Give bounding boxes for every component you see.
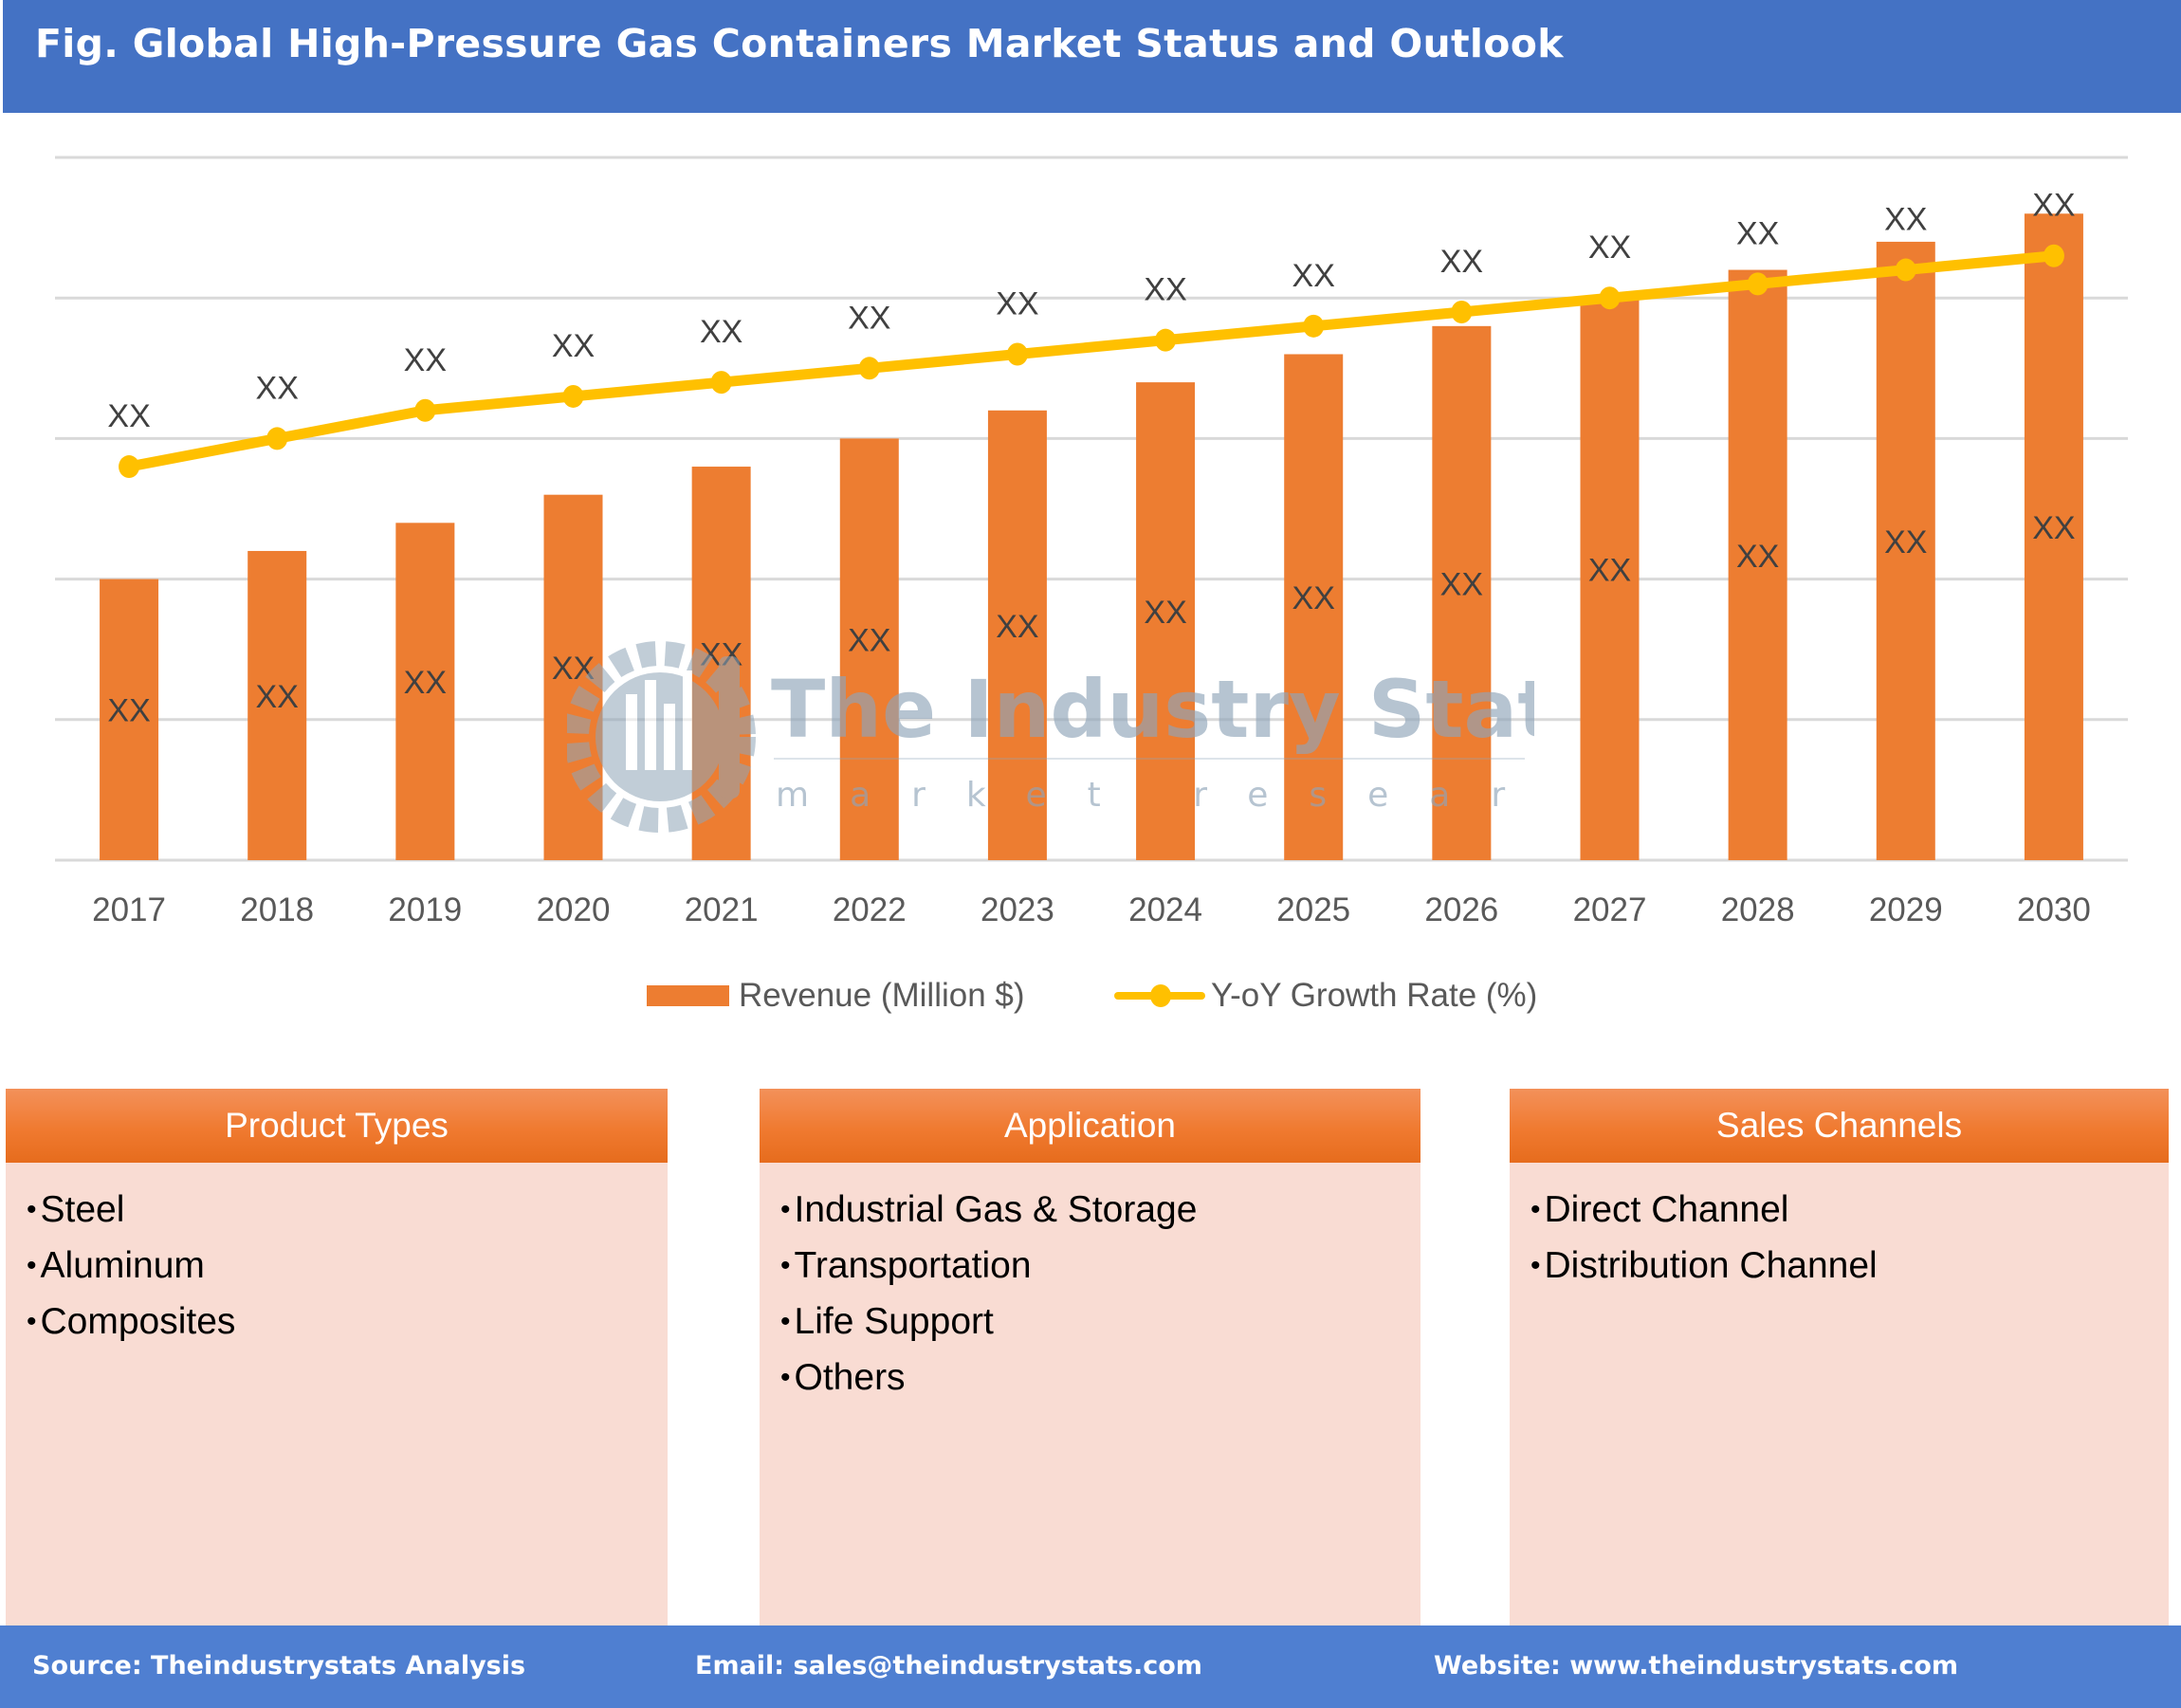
line-data-label: XX	[1440, 244, 1483, 280]
list-item: • Distribution Channel	[1530, 1245, 1878, 1286]
list-item: • Industrial Gas & Storage	[780, 1189, 1198, 1230]
x-tick-label: 2027	[1573, 891, 1647, 928]
growth-line-marker	[1155, 328, 1177, 352]
x-tick-label: 2018	[240, 891, 314, 928]
panel-list: • Industrial Gas & Storage • Transportatio…	[760, 1163, 1420, 1405]
growth-line-marker	[1006, 342, 1028, 366]
bar-data-label: XX	[1440, 566, 1483, 602]
x-tick-label: 2022	[833, 891, 907, 928]
line-data-label: XX	[404, 342, 447, 378]
line-data-label: XX	[996, 285, 1038, 321]
footer-source: Source: Theindustrystats Analysis	[32, 1651, 526, 1680]
panel-header: Product Types	[6, 1089, 668, 1163]
legend-revenue: Revenue (Million $)	[647, 977, 1025, 1015]
x-tick-label: 2017	[92, 891, 166, 928]
legend-growth-label: Y-oY Growth Rate (%)	[1211, 977, 1538, 1014]
bar-data-label: XX	[1144, 595, 1186, 631]
x-axis: 2017 2018 2019 2020 2021 2022 2023 2024 2025 2026…	[92, 891, 2091, 928]
bar-data-label: XX	[2032, 510, 2075, 546]
chart-legend: Revenue (Million $) Y-oY Growth Rate (%)	[0, 977, 2181, 1024]
footer-website[interactable]: Website: www.theindustrystats.com	[1434, 1651, 1958, 1680]
line-data-label: XX	[552, 328, 595, 364]
panel-header: Sales Channels	[1510, 1089, 2169, 1163]
growth-line-marker	[266, 427, 288, 450]
bar-data-label: XX	[256, 679, 299, 715]
bar-data-label: XX	[552, 651, 595, 687]
legend-line-swatch	[1114, 982, 1205, 1010]
revenue-bars	[100, 213, 2083, 861]
panel-application: Application • Industrial Gas & Storage • T…	[760, 1089, 1420, 1625]
x-tick-label: 2030	[2017, 891, 2091, 928]
list-item: • Aluminum	[27, 1245, 205, 1286]
gridlines	[55, 156, 2128, 862]
list-item: • Life Support	[780, 1301, 994, 1342]
line-data-label: XX	[2032, 188, 2075, 224]
bar-data-label: XX	[700, 636, 742, 672]
bar-data-label: XX	[404, 665, 447, 701]
list-item: • Transportation	[780, 1245, 1032, 1286]
growth-line-marker	[1599, 286, 1621, 310]
list-item: • Direct Channel	[1530, 1189, 1789, 1230]
line-data-label: XX	[700, 314, 742, 350]
chart: XX XX XX XX XX XX XX XX XX XX XX XX XX XX XX XX XX XX XX XX…	[55, 156, 2128, 928]
x-tick-label: 2025	[1276, 891, 1350, 928]
panel-sales-channels: Sales Channels • Direct Channel • Distribu…	[1510, 1089, 2169, 1625]
x-tick-label: 2024	[1128, 891, 1202, 928]
list-item: • Others	[780, 1357, 906, 1398]
legend-bar-swatch	[647, 985, 729, 1006]
x-tick-label: 2029	[1869, 891, 1943, 928]
panel-list: • Steel • Aluminum • Composites	[6, 1163, 668, 1350]
growth-line-marker	[858, 357, 880, 380]
bar-data-label: XX	[996, 609, 1038, 645]
growth-line-marker	[2043, 244, 2064, 267]
bar-data-label: XX	[1588, 553, 1631, 589]
line-data-label: XX	[1884, 202, 1927, 238]
legend-revenue-label: Revenue (Million $)	[739, 977, 1025, 1014]
panel-header: Application	[760, 1089, 1420, 1163]
growth-line-marker	[1303, 314, 1325, 338]
line-data-label: XX	[1144, 272, 1186, 308]
x-tick-label: 2020	[537, 891, 611, 928]
line-data-label: XX	[107, 398, 150, 434]
page-title: Fig. Global High-Pressure Gas Containers…	[35, 21, 1564, 66]
panel-list: • Direct Channel • Distribution Channel	[1510, 1163, 2169, 1294]
line-data-label: XX	[1736, 215, 1779, 251]
growth-line-marker	[119, 455, 140, 479]
list-item: • Steel	[27, 1189, 125, 1230]
x-tick-label: 2021	[685, 891, 759, 928]
panel-product-types: Product Types • Steel • Aluminum • Composit…	[6, 1089, 668, 1625]
bar-data-label: XX	[1884, 524, 1927, 560]
x-tick-label: 2023	[981, 891, 1054, 928]
footer-email[interactable]: Email: sales@theindustrystats.com	[695, 1651, 1202, 1680]
growth-line-marker	[562, 384, 584, 408]
footer: Source: Theindustrystats Analysis Email:…	[0, 1625, 2181, 1708]
bar-data-label: XX	[107, 693, 150, 729]
list-item: • Composites	[27, 1301, 236, 1342]
line-data-label: XX	[848, 300, 890, 336]
growth-line-marker	[1451, 301, 1473, 324]
line-data-label: XX	[256, 370, 299, 406]
bar-data-label: XX	[1736, 539, 1779, 575]
bar-data-label: XX	[848, 623, 890, 659]
title-bar: Fig. Global High-Pressure Gas Containers…	[3, 0, 2181, 113]
growth-line-marker	[710, 371, 732, 395]
line-data-label: XX	[1292, 258, 1335, 294]
x-tick-label: 2019	[388, 891, 462, 928]
legend-growth: Y-oY Growth Rate (%)	[1114, 977, 1537, 1015]
bar-data-label: XX	[1292, 580, 1335, 616]
line-data-label: XX	[1588, 230, 1631, 266]
x-tick-label: 2026	[1424, 891, 1498, 928]
growth-line-marker	[1747, 272, 1769, 296]
growth-line-marker	[1895, 258, 1916, 282]
x-tick-label: 2028	[1721, 891, 1795, 928]
growth-line-marker	[414, 398, 436, 422]
